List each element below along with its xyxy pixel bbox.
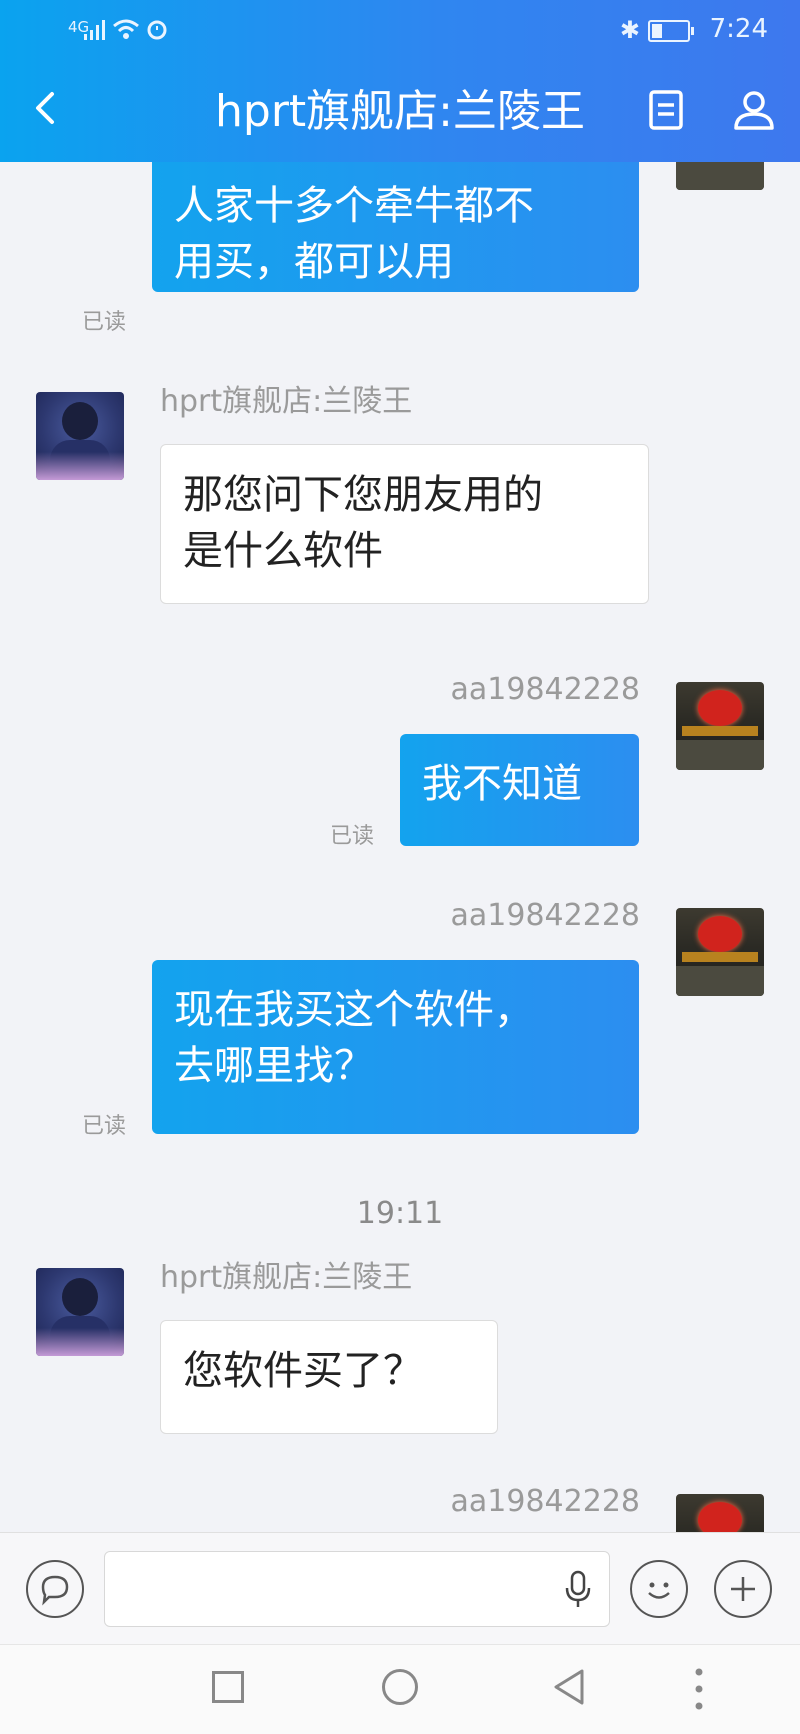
person-icon[interactable] — [730, 86, 778, 134]
my-avatar[interactable] — [676, 1494, 764, 1532]
message-text: 是什么软件 — [183, 528, 383, 574]
microphone-icon[interactable] — [563, 1570, 593, 1610]
app-header: 4G ✱ 7:24 hprt旗舰店:兰陵王 — [0, 0, 800, 162]
read-status: 已读 — [82, 1114, 127, 1139]
message-bubble-out[interactable]: 人家十多个牵牛都不 用买，都可以用 — [152, 162, 639, 292]
input-bar — [0, 1532, 800, 1645]
message-text: 那您问下您朋友用的 — [183, 472, 543, 518]
sender-name: hprt旗舰店:兰陵王 — [160, 384, 413, 419]
bluetooth-icon: ✱ — [619, 16, 640, 44]
time-separator: 19:11 — [356, 1196, 444, 1231]
my-avatar[interactable] — [676, 162, 764, 190]
document-icon[interactable] — [642, 86, 690, 134]
my-avatar[interactable] — [676, 908, 764, 996]
message-text: 去哪里找？ — [174, 1043, 374, 1089]
square-icon[interactable] — [212, 1671, 244, 1703]
my-avatar[interactable] — [676, 682, 764, 770]
message-bubble-out[interactable]: 现在我买这个软件， 去哪里找？ — [152, 960, 639, 1134]
wifi-icon — [113, 19, 139, 39]
system-nav-bar — [0, 1644, 800, 1734]
read-status: 已读 — [330, 824, 375, 849]
contact-avatar[interactable] — [36, 1268, 124, 1356]
message-bubble-in[interactable]: 您软件买了？ — [160, 1320, 498, 1434]
plus-icon[interactable] — [714, 1560, 772, 1618]
read-status: 已读 — [82, 310, 127, 335]
alarm-icon — [147, 20, 167, 40]
triangle-back-icon[interactable] — [550, 1667, 586, 1707]
battery-icon — [648, 20, 694, 42]
signal-icon — [84, 20, 105, 40]
smiley-icon[interactable] — [630, 1560, 688, 1618]
circle-icon[interactable] — [382, 1669, 418, 1705]
sender-name: aa19842228 — [450, 672, 640, 707]
sender-name: aa19842228 — [450, 898, 640, 933]
message-input[interactable] — [104, 1551, 610, 1627]
sender-name: hprt旗舰店:兰陵王 — [160, 1260, 413, 1295]
sender-name: aa19842228 — [450, 1484, 640, 1519]
message-text: 我不知道 — [422, 761, 582, 807]
message-text: 您软件买了？ — [183, 1348, 423, 1394]
message-text: 现在我买这个软件， — [174, 987, 534, 1033]
dots-icon[interactable] — [695, 1667, 703, 1711]
chat-area[interactable]: 人家十多个牵牛都不 用买，都可以用 已读 hprt旗舰店:兰陵王 那您问下您朋友… — [0, 162, 800, 1532]
message-bubble-in[interactable]: 那您问下您朋友用的 是什么软件 — [160, 444, 649, 604]
status-bar: 4G ✱ 7:24 — [0, 0, 800, 62]
message-bubble-out[interactable]: 我不知道 — [400, 734, 639, 846]
message-text: 人家十多个牵牛都不 — [174, 183, 534, 229]
status-time: 7:24 — [709, 14, 768, 44]
speech-bubble-icon[interactable] — [26, 1560, 84, 1618]
message-text: 用买，都可以用 — [174, 239, 454, 285]
contact-avatar[interactable] — [36, 392, 124, 480]
